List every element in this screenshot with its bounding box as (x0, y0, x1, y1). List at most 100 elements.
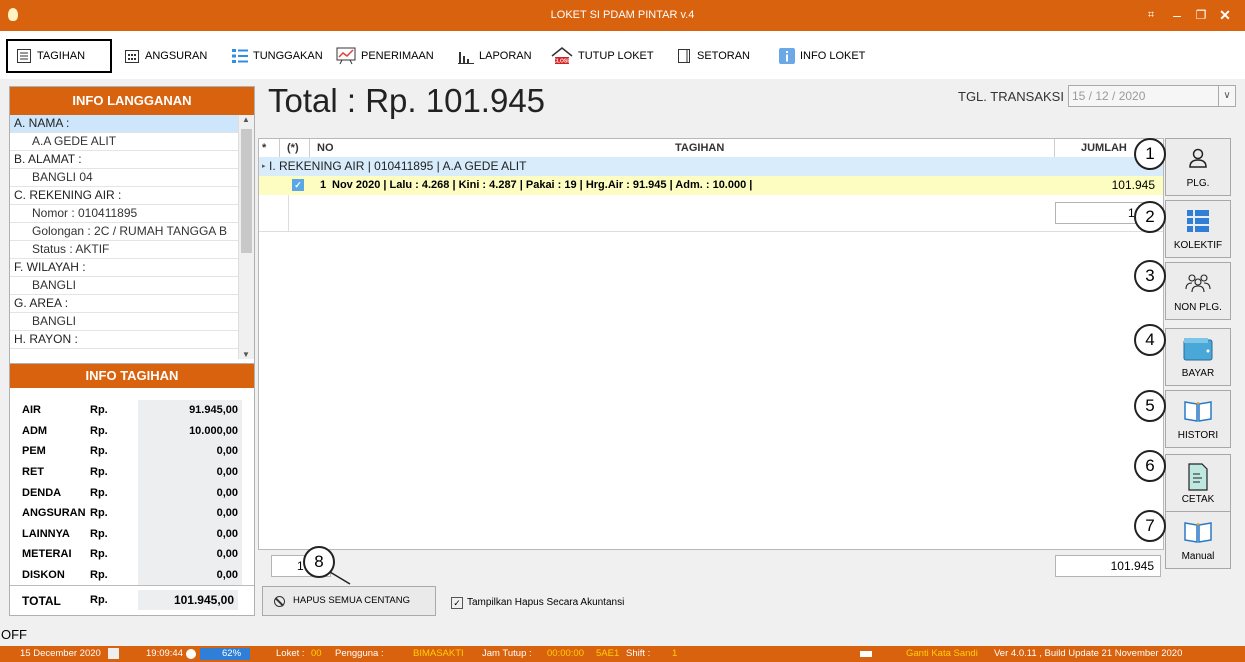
row-no: 1 (320, 179, 327, 191)
info-langganan-row: Status : AKTIF (10, 241, 239, 259)
hapus-semua-centang-button[interactable]: HAPUS SEMUA CENTANG (262, 586, 436, 616)
tagihan-item-value: 91.945,00 (138, 400, 242, 421)
info-langganan-row: F. WILAYAH : (10, 259, 239, 277)
bayar-button[interactable]: BAYAR (1165, 328, 1231, 386)
connection-status: OFF (1, 627, 27, 642)
status-time: 19:09:44 (146, 648, 183, 659)
title-bar: LOKET SI PDAM PINTAR v.4 ⌗ – ❐ ✕ (0, 0, 1245, 31)
cetak-label: CETAK (1181, 494, 1215, 505)
tagihan-item-value: 0,00 (138, 502, 242, 524)
callout-7: 7 (1134, 510, 1166, 542)
info-langganan-row: BANGLI (10, 277, 239, 295)
info-langganan-row: C. REKENING AIR : (10, 187, 239, 205)
info-langganan-list: A. NAMA : A.A GEDE ALIT B. ALAMAT : BANGLI … (10, 115, 239, 363)
info-tagihan-panel: INFO TAGIHAN AIR Rp. 91.945,00 ADM Rp. 10.000… (9, 363, 255, 616)
plg-button[interactable]: PLG. (1165, 138, 1231, 196)
info-langganan-panel: INFO LANGGANAN A. NAMA : A.A GEDE ALIT B. … (9, 86, 255, 364)
manual-book-icon (1184, 522, 1212, 543)
tagihan-item-currency: Rp. (90, 548, 108, 561)
grid-header: * (*) NO TAGIHAN JUMLAH (259, 139, 1163, 158)
maximize-button[interactable]: ❐ (1190, 5, 1212, 25)
notebook-icon (678, 49, 690, 63)
scroll-thumb[interactable] (241, 129, 252, 253)
non-plg-button[interactable]: NON PLG. (1165, 262, 1231, 320)
toolbar-setoran-button[interactable]: SETORAN (676, 39, 750, 73)
info-langganan-row: B. ALAMAT : (10, 151, 239, 169)
close-house-icon: CLOSE (551, 47, 573, 65)
tagihan-item-label: DENDA (22, 486, 62, 499)
toolbar-laporan-button[interactable]: LAPORAN (458, 39, 532, 73)
tagihan-item-value: 0,00 (138, 441, 242, 462)
callout-5: 5 (1134, 390, 1166, 422)
header-jumlah: JUMLAH (1081, 142, 1127, 154)
tagihan-item-row: LAINNYA Rp. 0,00 (22, 523, 242, 545)
chart-board-icon (336, 47, 356, 65)
pengguna-label: Pengguna : (335, 648, 384, 659)
info-langganan-row: BANGLI 04 (10, 169, 239, 187)
kolektif-button[interactable]: KOLEKTIF (1165, 200, 1231, 258)
tagihan-item-value: 10.000,00 (138, 420, 242, 442)
tagihan-item-row: METERAI Rp. 0,00 (22, 544, 242, 565)
minimize-button[interactable]: – (1166, 5, 1188, 25)
restore-small-icon[interactable]: ⌗ (1140, 5, 1162, 25)
session-code: 5AE1 (596, 648, 620, 659)
scroll-up-icon[interactable]: ▲ (242, 115, 250, 124)
chevron-down-icon[interactable]: ∨ (1218, 86, 1235, 106)
toolbar-penerimaan-button[interactable]: PENERIMAAN (336, 39, 434, 73)
info-langganan-row: BANGLI (10, 313, 239, 331)
toolbar-label: PENERIMAAN (361, 50, 434, 62)
tagihan-item-row: DISKON Rp. 0,00 (22, 564, 242, 586)
tagihan-item-row: PEM Rp. 0,00 (22, 441, 242, 462)
info-langganan-row: A.A GEDE ALIT (10, 133, 239, 151)
expand-arrow-icon[interactable]: ▸ (262, 157, 266, 176)
callout-4: 4 (1134, 324, 1166, 356)
toolbar-tutup-loket-button[interactable]: CLOSE TUTUP LOKET (551, 39, 654, 73)
toolbar-tunggakan-button[interactable]: TUNGGAKAN (232, 39, 323, 73)
tagihan-item-label: RET (22, 466, 44, 479)
tagihan-item-currency: Rp. (90, 569, 108, 582)
histori-button[interactable]: HISTORI (1165, 390, 1231, 448)
tagihan-item-row: RET Rp. 0,00 (22, 461, 242, 483)
callout-2: 2 (1134, 201, 1166, 233)
tampilkan-hapus-checkbox[interactable]: ✓ Tampilkan Hapus Secara Akuntansi (451, 597, 624, 609)
tagihan-item-label: ADM (22, 424, 48, 437)
footer-total: 101.945 (1055, 555, 1161, 577)
toolbar-label: TAGIHAN (37, 50, 86, 62)
toolbar-label: ANGSURAN (145, 50, 208, 62)
shift-label: Shift : (626, 648, 651, 659)
cetak-button[interactable]: CETAK (1165, 454, 1231, 512)
bar-chart-icon (458, 52, 474, 64)
group-label: I. REKENING AIR | 010411895 | A.A GEDE A… (269, 159, 527, 173)
bill-icon (17, 49, 31, 63)
tagihan-item-value: 0,00 (138, 564, 242, 586)
toolbar-label: TUTUP LOKET (578, 50, 654, 62)
row-checkbox[interactable]: ✓ (292, 179, 304, 191)
group-row[interactable]: ▸ I. REKENING AIR | 010411895 | A.A GEDE… (259, 157, 1163, 176)
row-tagihan: Nov 2020 | Lalu : 4.268 | Kini : 4.287 |… (332, 179, 753, 191)
tagihan-item-currency: Rp. (90, 486, 108, 499)
toolbar-label: LAPORAN (479, 50, 532, 62)
toolbar-info-loket-button[interactable]: INFO LOKET (779, 39, 865, 73)
checkbox-mark[interactable]: ✓ (451, 597, 463, 609)
tagihan-item-currency: Rp. (90, 445, 108, 458)
tagihan-grid: * (*) NO TAGIHAN JUMLAH ▸ I. REKENING AI… (258, 138, 1164, 550)
scroll-down-icon[interactable]: ▼ (242, 350, 250, 359)
table-row[interactable]: ✓ 1 Nov 2020 | Lalu : 4.268 | Kini : 4.2… (259, 176, 1163, 195)
toolbar: TAGIHAN ANGSURAN TUNGGAKAN PENERIMAAN LA… (0, 31, 1245, 79)
callout-3: 3 (1134, 260, 1166, 292)
ganti-kata-sandi-link[interactable]: Ganti Kata Sandi (906, 646, 978, 662)
manual-button[interactable]: Manual (1165, 511, 1231, 569)
list-icon (232, 49, 248, 63)
close-button[interactable]: ✕ (1214, 5, 1236, 25)
info-langganan-title: INFO LANGGANAN (10, 87, 254, 115)
toolbar-angsuran-button[interactable]: ANGSURAN (124, 39, 207, 73)
toolbar-tagihan-button[interactable]: TAGIHAN (6, 39, 112, 73)
total-currency: Rp. (90, 594, 108, 606)
person-icon (1189, 148, 1207, 168)
tgl-transaksi-picker[interactable]: 15 / 12 / 2020 ∨ (1068, 85, 1236, 107)
jam-tutup-label: Jam Tutup : (482, 648, 532, 659)
row-jumlah: 101.945 (1111, 178, 1155, 192)
tagihan-item-value: 0,00 (138, 461, 242, 483)
tagihan-item-value: 0,00 (138, 523, 242, 545)
info-langganan-scrollbar[interactable]: ▲ ▼ (238, 115, 254, 359)
